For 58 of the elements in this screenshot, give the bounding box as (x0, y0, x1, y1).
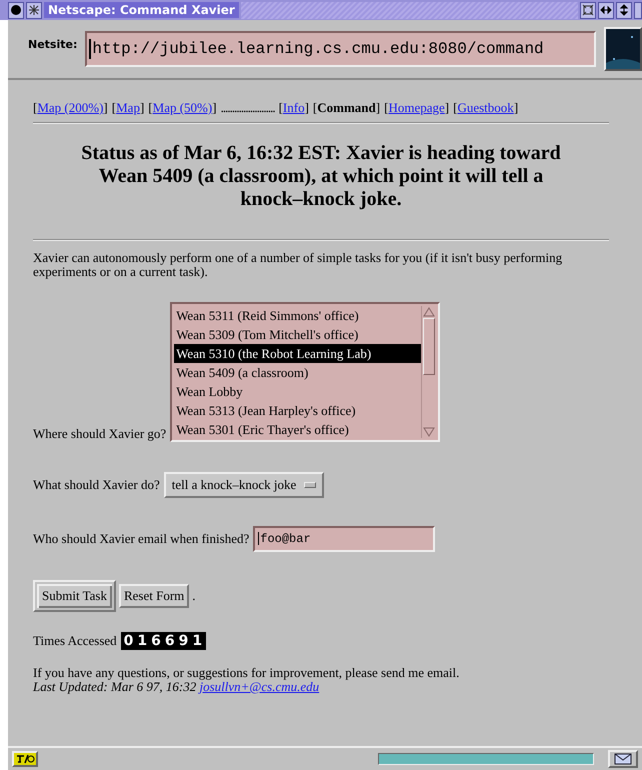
destination-label: Where should Xavier go? (33, 426, 166, 442)
email-field[interactable]: foo@bar (253, 526, 436, 552)
dotted-separator: ........................ (220, 100, 275, 116)
nav-link[interactable]: Info (282, 100, 305, 115)
list-option[interactable]: Wean Lobby (174, 382, 422, 401)
nav-link[interactable]: Map (116, 100, 140, 115)
current-page-label: Command (317, 100, 376, 115)
scrollbar[interactable] (421, 306, 436, 438)
bracket: [ (33, 100, 38, 115)
task-dropdown[interactable]: tell a knock–knock joke (164, 472, 324, 498)
nav-link[interactable]: Map (200%) (37, 100, 104, 115)
email-link[interactable]: josullvn+@cs.cmu.edu (199, 678, 320, 694)
counter-label: Times Accessed (33, 632, 117, 649)
window-title: Netscape: Command Xavier (44, 2, 239, 18)
bracket: ] (514, 100, 518, 115)
bracket: ] (212, 100, 217, 115)
status-heading: Status as of Mar 6, 16:32 EST: Xavier is heading toward Wean 5409 (a classroom), at which point it will tell a knock–knock joke. (80, 142, 562, 211)
form-button[interactable]: Reset Form (118, 584, 190, 608)
task-label: What should Xavier do? (33, 476, 160, 493)
bracket: [ (148, 100, 153, 115)
scroll-thumb[interactable] (423, 318, 436, 375)
url-field[interactable]: http://jubilee.learning.cs.cmu.edu:8080/command (85, 31, 596, 67)
maximize-height-button[interactable] (616, 2, 632, 18)
form-button[interactable]: Submit Task (33, 580, 116, 612)
maximize-width-button[interactable] (598, 2, 614, 18)
window-menu-button[interactable] (8, 2, 24, 18)
maximize-button[interactable] (580, 2, 596, 18)
destination-list[interactable] (170, 302, 440, 442)
mail-icon[interactable] (608, 750, 638, 768)
bracket: ] (103, 100, 108, 115)
hit-counter: 016691 (120, 632, 206, 650)
list-option[interactable]: Wean 5310 (the Robot Learning Lab) (174, 344, 422, 363)
bracket: [ (112, 100, 116, 115)
nav-link[interactable]: Map (50%) (152, 100, 212, 115)
security-icon[interactable] (12, 751, 38, 767)
location-label: Netsite: (28, 38, 78, 50)
list-option[interactable]: Wean 5311 (Reid Simmons' office) (174, 306, 422, 325)
bracket: ] (444, 100, 450, 115)
nav-link[interactable]: Guestbook (457, 100, 514, 115)
bracket: ] (140, 100, 144, 115)
bracket: [ (312, 100, 318, 115)
bracket: ] (304, 100, 309, 115)
bracket: [ (453, 100, 458, 115)
last-updated-text: Last Updated: Mar 6 97, 16:32 (33, 678, 196, 694)
period-text: . (192, 588, 196, 604)
intro-text: Xavier can autonomously perform one of a number of simple tasks for you (if it isn't busy performing experiments or on a current task). (33, 251, 564, 280)
bracket: ] (376, 100, 380, 115)
list-option[interactable]: Wean 5301 (Eric Thayer's office) (174, 420, 422, 438)
email-label: Who should Xavier email when finished? (33, 530, 250, 547)
bracket: [ (278, 100, 283, 115)
list-option[interactable]: Wean 5313 (Jean Harpley's office) (174, 400, 422, 420)
iconify-button[interactable] (26, 2, 42, 18)
footer-text: If you have any questions, or suggestions for improvement, please send me email. (33, 666, 460, 680)
list-option[interactable]: Wean 5409 (a classroom) (174, 362, 422, 382)
nav-link[interactable]: Homepage (388, 100, 445, 115)
resize-button[interactable] (634, 2, 642, 18)
list-option[interactable]: Wean 5309 (Tom Mitchell's office) (174, 324, 422, 344)
bracket: [ (384, 100, 388, 115)
